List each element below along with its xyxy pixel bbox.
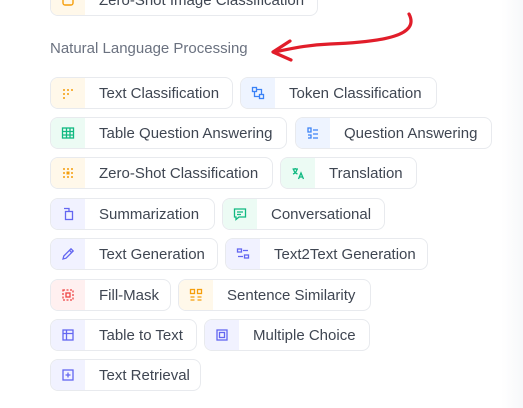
zero-shot-icon (51, 158, 85, 188)
fill-mask-icon (51, 280, 85, 310)
token-classification-icon (241, 78, 275, 108)
pen-icon (51, 239, 85, 269)
task-chip-text2text-generation[interactable]: Text2Text Generation (225, 238, 428, 270)
task-chip-conversational[interactable]: Conversational (222, 198, 385, 230)
chat-icon (223, 199, 257, 229)
task-chip-label: Fill-Mask (99, 286, 159, 304)
text-classification-icon (51, 78, 85, 108)
task-chip-table-to-text[interactable]: Table to Text (50, 319, 197, 351)
summarization-icon (51, 199, 85, 229)
task-chip-token-classification[interactable]: Token Classification (240, 77, 437, 109)
similarity-icon (179, 280, 213, 310)
task-chip-label: Zero-Shot Image Classification (99, 0, 305, 9)
task-chip-label: Multiple Choice (253, 326, 356, 344)
task-chip-translation[interactable]: Translation (280, 157, 417, 189)
task-chip-label: Question Answering (344, 124, 478, 142)
task-chip-label: Translation (329, 164, 403, 182)
zero-shot-image-icon (51, 0, 85, 15)
section-title: Natural Language Processing (50, 40, 248, 57)
table-icon (51, 118, 85, 148)
task-chip-text-retrieval[interactable]: Text Retrieval (50, 359, 201, 391)
task-chip-text-classification[interactable]: Text Classification (50, 77, 233, 109)
task-chip-question-answering[interactable]: Question Answering (295, 117, 492, 149)
task-chip-zero-shot-image-classification[interactable]: Zero-Shot Image Classification (50, 0, 318, 16)
task-chip-label: Token Classification (289, 84, 422, 102)
task-chip-sentence-similarity[interactable]: Sentence Similarity (178, 279, 371, 311)
task-chip-summarization[interactable]: Summarization (50, 198, 215, 230)
task-chip-label: Text Classification (99, 84, 220, 102)
task-chip-multiple-choice[interactable]: Multiple Choice (204, 319, 370, 351)
text2text-icon (226, 239, 260, 269)
task-chip-label: Table Question Answering (99, 124, 273, 142)
task-chip-label: Text Retrieval (99, 366, 190, 384)
task-chip-table-question-answering[interactable]: Table Question Answering (50, 117, 287, 149)
task-chip-fill-mask[interactable]: Fill-Mask (50, 279, 171, 311)
task-chip-label: Conversational (271, 205, 372, 223)
translation-icon (281, 158, 315, 188)
scroll-edge (501, 0, 523, 408)
task-chip-label: Text2Text Generation (274, 245, 416, 263)
task-chip-text-generation[interactable]: Text Generation (50, 238, 218, 270)
multiple-choice-icon (205, 320, 239, 350)
table-to-text-icon (51, 320, 85, 350)
task-chip-label: Text Generation (99, 245, 205, 263)
question-answering-icon (296, 118, 330, 148)
retrieval-icon (51, 360, 85, 390)
task-chip-label: Zero-Shot Classification (99, 164, 259, 182)
task-chip-zero-shot-classification[interactable]: Zero-Shot Classification (50, 157, 273, 189)
task-chip-label: Summarization (99, 205, 200, 223)
task-chip-label: Table to Text (99, 326, 183, 344)
task-chip-label: Sentence Similarity (227, 286, 356, 304)
